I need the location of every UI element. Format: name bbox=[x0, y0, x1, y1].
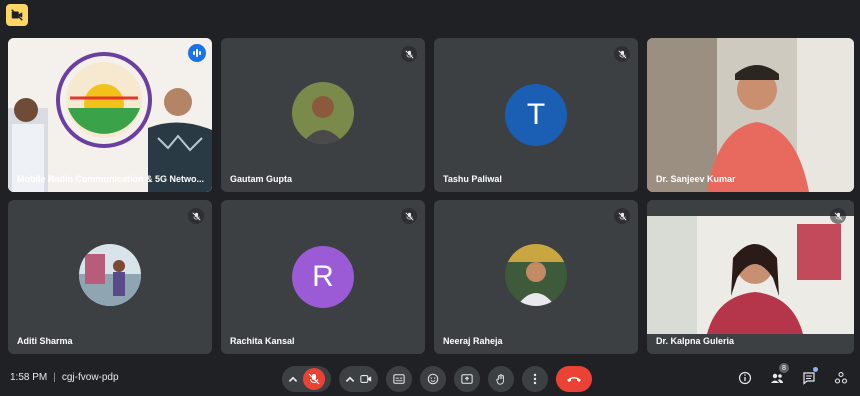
raise-hand-icon bbox=[496, 374, 504, 385]
camera-icon[interactable] bbox=[360, 373, 372, 385]
meeting-details-button[interactable] bbox=[736, 367, 754, 389]
camera-control[interactable] bbox=[339, 366, 378, 392]
chat-notification-dot bbox=[813, 367, 818, 372]
emoji-icon bbox=[427, 373, 439, 385]
video-feed bbox=[647, 38, 854, 192]
mic-off-icon bbox=[830, 208, 846, 224]
chevron-up-icon[interactable] bbox=[287, 373, 299, 385]
recording-badge[interactable] bbox=[6, 4, 28, 26]
people-count-badge: 8 bbox=[779, 363, 789, 373]
participant-tile[interactable]: Aditi Sharma bbox=[8, 200, 212, 354]
participant-name: Tashu Paliwal bbox=[443, 174, 502, 184]
recording-icon bbox=[11, 9, 23, 21]
mic-off-icon bbox=[614, 46, 630, 62]
video-feed bbox=[647, 200, 854, 354]
mic-off-icon bbox=[401, 46, 417, 62]
participant-grid: Mobile Radio Communication & 5G Netwo...… bbox=[8, 38, 854, 354]
captions-icon bbox=[393, 374, 405, 384]
participant-tile[interactable]: T Tashu Paliwal bbox=[434, 38, 638, 192]
participant-name: Mobile Radio Communication & 5G Netwo... bbox=[17, 174, 205, 184]
activities-icon bbox=[834, 371, 848, 384]
avatar: T bbox=[505, 84, 567, 146]
avatar: R bbox=[292, 246, 354, 308]
present-icon bbox=[461, 374, 473, 384]
end-call-button[interactable] bbox=[556, 366, 592, 392]
emoji-button[interactable] bbox=[420, 366, 446, 392]
people-button[interactable]: 8 bbox=[768, 363, 789, 389]
mic-off-icon bbox=[308, 373, 320, 385]
activities-button[interactable] bbox=[832, 367, 850, 389]
mic-control[interactable] bbox=[282, 366, 331, 392]
chat-button[interactable] bbox=[800, 367, 818, 389]
end-call-icon bbox=[567, 377, 581, 382]
participant-name: Rachita Kansal bbox=[230, 336, 295, 346]
more-vert-icon bbox=[533, 373, 537, 385]
side-panel-controls: 8 bbox=[736, 363, 850, 389]
mic-off-button[interactable] bbox=[303, 368, 325, 390]
participant-name: Dr. Kalpna Guleria bbox=[656, 336, 735, 346]
present-button[interactable] bbox=[454, 366, 480, 392]
raise-hand-button[interactable] bbox=[488, 366, 514, 392]
avatar bbox=[79, 244, 141, 306]
participant-tile[interactable]: Dr. Sanjeev Kumar bbox=[647, 38, 854, 192]
more-options-button[interactable] bbox=[522, 366, 548, 392]
separator: | bbox=[53, 372, 56, 383]
chat-icon bbox=[803, 372, 815, 385]
mic-off-icon bbox=[401, 208, 417, 224]
video-feed bbox=[8, 38, 212, 192]
participant-tile[interactable]: Mobile Radio Communication & 5G Netwo... bbox=[8, 38, 212, 192]
avatar bbox=[505, 244, 567, 306]
avatar bbox=[292, 82, 354, 144]
participant-name: Aditi Sharma bbox=[17, 336, 73, 346]
participant-tile[interactable]: R Rachita Kansal bbox=[221, 200, 425, 354]
info-icon bbox=[738, 371, 752, 385]
participant-tile[interactable]: Dr. Kalpna Guleria bbox=[647, 200, 854, 354]
participant-tile[interactable]: Gautam Gupta bbox=[221, 38, 425, 192]
meeting-details: 1:58 PM | cgj-fvow-pdp bbox=[10, 372, 119, 383]
mic-off-icon bbox=[614, 208, 630, 224]
chevron-up-icon[interactable] bbox=[344, 373, 356, 385]
meeting-time: 1:58 PM bbox=[10, 372, 48, 383]
participant-name: Neeraj Raheja bbox=[443, 336, 503, 346]
call-controls bbox=[282, 365, 592, 393]
meeting-code: cgj-fvow-pdp bbox=[61, 372, 119, 383]
participant-name: Dr. Sanjeev Kumar bbox=[656, 174, 736, 184]
control-bar: 1:58 PM | cgj-fvow-pdp 8 bbox=[0, 362, 860, 396]
speaking-indicator bbox=[188, 44, 206, 62]
mic-off-icon bbox=[188, 208, 204, 224]
people-icon bbox=[771, 373, 783, 383]
captions-button[interactable] bbox=[386, 366, 412, 392]
participant-name: Gautam Gupta bbox=[230, 174, 293, 184]
participant-tile[interactable]: Neeraj Raheja bbox=[434, 200, 638, 354]
